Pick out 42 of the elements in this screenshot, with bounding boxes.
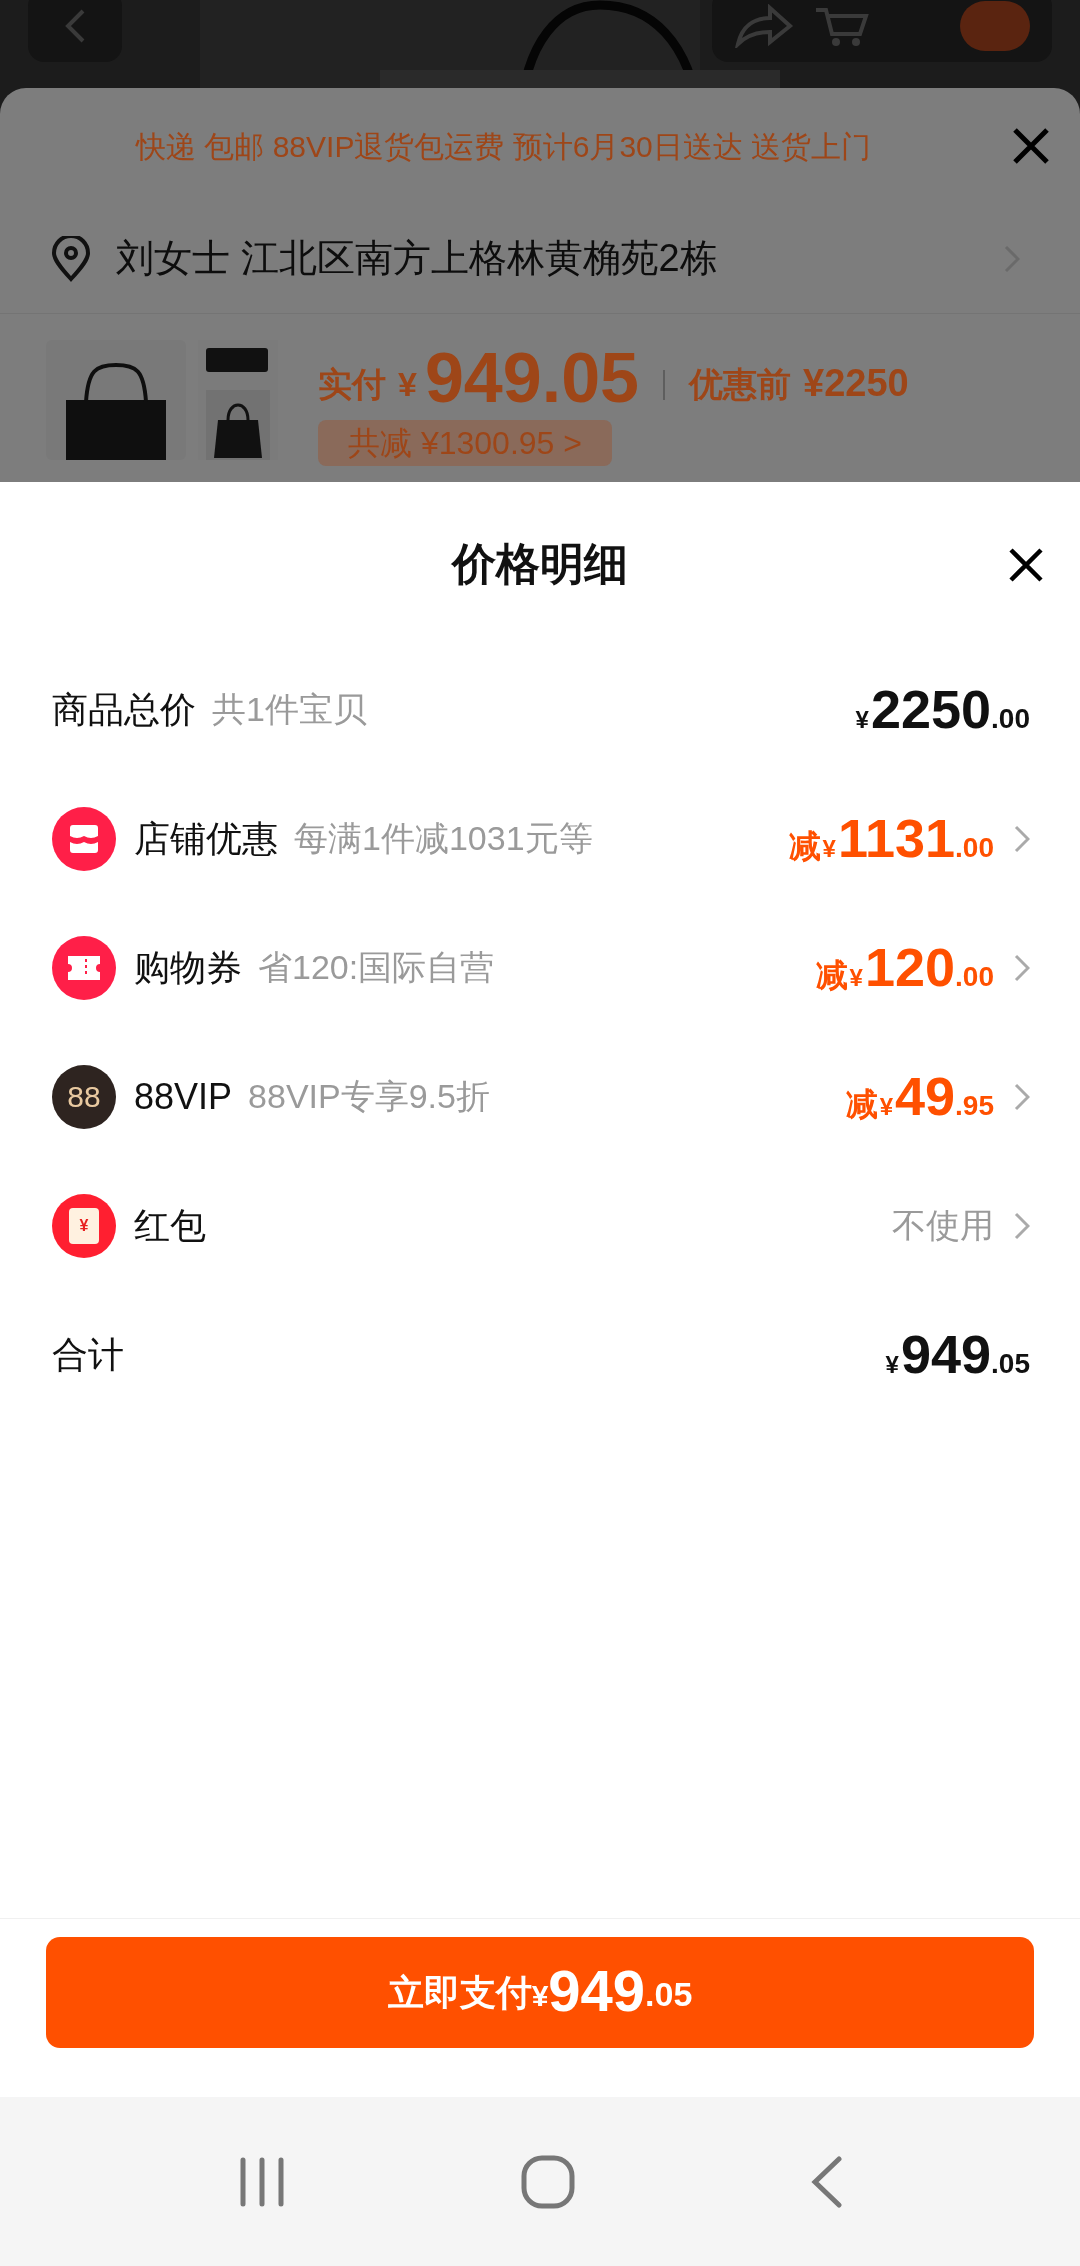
chevron-right-icon <box>1014 953 1030 982</box>
envelope-icon: ¥ <box>52 1193 116 1258</box>
row-label: 购物券 <box>134 945 242 990</box>
price-row[interactable]: 店铺优惠 每满1件减1031元等 减¥1131.00 <box>0 774 1080 903</box>
price-row[interactable]: ¥ 红包 不使用 <box>0 1161 1080 1290</box>
paid-label: 实付 <box>318 364 386 405</box>
currency-symbol: ¥ <box>398 364 417 405</box>
sheet-title: 价格明细 <box>452 537 628 590</box>
address-text: 刘女士 江北区南方上格林黄桷苑2栋 <box>116 236 718 281</box>
price-amount: 减¥120.00 <box>815 936 994 999</box>
row-label: 88VIP <box>134 1074 233 1119</box>
row-note: 88VIP专享9.5折 <box>248 1076 490 1117</box>
vip-badge: 88 <box>52 1064 116 1129</box>
address-row[interactable]: 刘女士 江北区南方上格林黄桷苑2栋 <box>0 204 1080 314</box>
share-icon <box>734 4 794 48</box>
price-amount: 减¥49.95 <box>845 1065 994 1128</box>
row-label: 合计 <box>52 1332 124 1377</box>
row-label: 店铺优惠 <box>134 816 278 861</box>
row-label: 红包 <box>134 1203 206 1248</box>
price-row[interactable]: 购物券 省120:国际自营 减¥120.00 <box>0 903 1080 1032</box>
chevron-right-icon <box>1014 824 1030 853</box>
chevron-right-icon <box>1014 1211 1030 1240</box>
shipping-info: 快递 包邮 88VIP退货包运费 预计6月30日送达 送货上门 <box>136 128 872 165</box>
badge <box>960 1 1030 51</box>
price-amount: ¥2250.00 <box>855 679 1030 740</box>
price-row[interactable]: 88 88VIP 88VIP专享9.5折 减¥49.95 <box>0 1032 1080 1161</box>
original-price-label: 优惠前 <box>689 364 792 405</box>
chevron-right-icon <box>1014 1082 1030 1111</box>
paid-amount: 949.05 <box>424 340 640 416</box>
row-note: 省120:国际自营 <box>258 947 495 988</box>
back-icon <box>63 8 87 44</box>
original-price: ¥2250 <box>803 361 909 406</box>
row-note: 共1件宝贝 <box>212 689 367 730</box>
price-amount: ¥949.05 <box>885 1324 1030 1385</box>
close-icon[interactable] <box>1008 547 1044 583</box>
home-icon[interactable] <box>521 2154 575 2209</box>
price-amount: 减¥1131.00 <box>788 807 994 870</box>
option-value: 不使用 <box>892 1205 994 1246</box>
row-label: 商品总价 <box>52 687 196 732</box>
row-note: 每满1件减1031元等 <box>294 818 593 859</box>
location-pin-icon <box>50 235 92 282</box>
back-icon[interactable] <box>809 2155 843 2208</box>
